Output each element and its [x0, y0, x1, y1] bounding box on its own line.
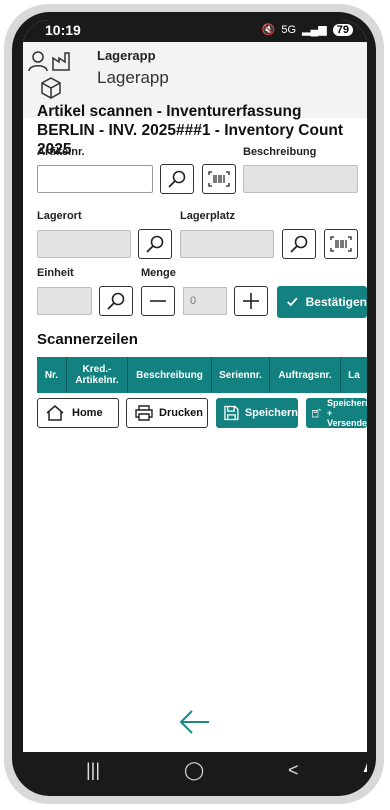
decrease-quantity-button[interactable] — [141, 286, 175, 316]
lagerplatz-search-button[interactable] — [282, 229, 316, 259]
scanner-table-header: Nr. Kred.-Artikelnr. Beschreibung Serien… — [37, 357, 367, 393]
lagerplatz-field — [180, 230, 274, 258]
confirm-button[interactable]: Bestätigen — [277, 286, 367, 318]
confirm-button-label: Bestätigen — [305, 295, 367, 309]
screen: 10:19 🔇 5G ▂▄▆ 79 Lagerapp Lagerapp Arti… — [23, 20, 367, 772]
artikelnr-input[interactable] — [37, 165, 153, 193]
save-button-label: Speichern — [244, 407, 298, 419]
app-name-large: Lagerapp — [97, 68, 169, 87]
increase-quantity-button[interactable] — [234, 286, 268, 316]
header-icons — [27, 48, 77, 108]
home-button[interactable]: Home — [37, 398, 119, 428]
lagerort-field — [37, 230, 131, 258]
save-send-button-label: Speichern + Versenden — [327, 398, 367, 428]
save-icon — [224, 405, 239, 421]
battery-level: 79 — [332, 23, 353, 36]
recent-apps-icon[interactable]: ||| — [86, 760, 100, 781]
search-icon — [290, 235, 308, 253]
print-button[interactable]: Drucken — [126, 398, 208, 428]
signal-icon: ▂▄▆ — [302, 24, 327, 36]
home-nav-icon[interactable]: ◯ — [184, 760, 204, 781]
column-header[interactable]: Nr. — [37, 357, 67, 393]
app-name-small: Lagerapp — [97, 48, 156, 63]
lagerplatz-label: Lagerplatz — [180, 210, 236, 222]
search-icon — [168, 170, 186, 188]
section-title: Scannerzeilen — [37, 331, 138, 348]
column-header[interactable]: Beschreibung — [128, 357, 212, 393]
user-icon[interactable] — [27, 50, 49, 72]
lagerort-label: Lagerort — [37, 210, 82, 222]
save-send-icon — [312, 408, 321, 418]
minus-icon — [150, 300, 166, 302]
artikelnr-label: Artikelnr. — [37, 146, 85, 158]
column-header[interactable]: Auftragsnr. — [270, 357, 341, 393]
save-button[interactable]: Speichern — [216, 398, 298, 428]
printer-icon — [135, 405, 153, 421]
beschreibung-field — [243, 165, 358, 193]
einheit-label: Einheit — [37, 267, 74, 279]
barcode-scan-icon — [330, 236, 352, 252]
home-button-label: Home — [72, 407, 103, 419]
artikelnr-search-button[interactable] — [160, 164, 194, 194]
column-header[interactable]: La — [341, 357, 367, 393]
checkmark-icon — [287, 297, 298, 307]
search-icon — [146, 235, 164, 253]
mute-icon: 🔇 — [261, 24, 276, 36]
status-bar: 10:19 🔇 5G ▂▄▆ 79 — [23, 20, 367, 42]
save-send-button[interactable]: Speichern + Versenden — [306, 398, 367, 428]
home-icon — [46, 405, 64, 421]
einheit-field — [37, 287, 92, 315]
lagerort-search-button[interactable] — [138, 229, 172, 259]
barcode-scan-icon — [208, 171, 230, 187]
status-icons: 🔇 5G ▂▄▆ 79 — [262, 23, 353, 36]
beschreibung-label: Beschreibung — [243, 146, 317, 158]
column-header[interactable]: Seriennr. — [212, 357, 270, 393]
quantity-field[interactable]: 0 — [183, 287, 227, 315]
box-icon[interactable] — [39, 76, 63, 100]
search-icon — [107, 292, 125, 310]
lagerplatz-scan-button[interactable] — [324, 229, 358, 259]
back-button[interactable] — [179, 709, 211, 740]
arrow-left-icon — [179, 710, 209, 734]
print-button-label: Drucken — [159, 407, 204, 419]
status-time: 10:19 — [45, 22, 81, 38]
einheit-search-button[interactable] — [99, 286, 133, 316]
column-header[interactable]: Kred.-Artikelnr. — [67, 357, 128, 393]
menge-label: Menge — [141, 267, 176, 279]
plus-icon — [243, 293, 259, 309]
artikelnr-scan-button[interactable] — [202, 164, 236, 194]
system-navigation-bar: ||| ◯ < — [12, 752, 368, 792]
network-label: 5G — [281, 23, 297, 36]
factory-icon[interactable] — [51, 50, 73, 72]
back-nav-icon[interactable]: < — [288, 760, 299, 781]
